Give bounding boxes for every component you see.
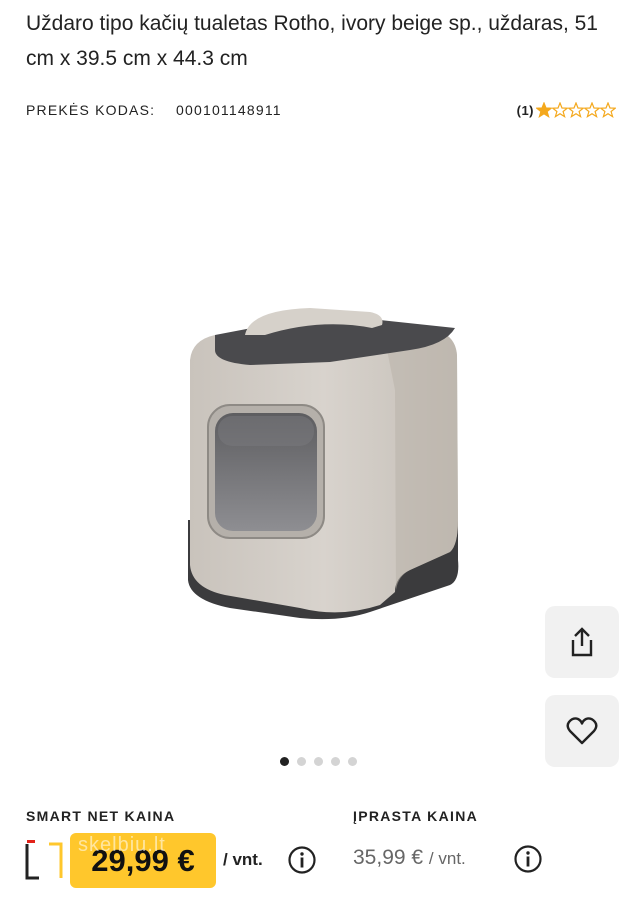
gallery-dot[interactable] [314,757,323,766]
share-button[interactable] [545,606,619,678]
product-image[interactable] [0,140,628,750]
smart-price-label: SMART NET KAINA [26,808,176,824]
regular-price-value: 35,99 € [353,846,424,869]
gallery-dot[interactable] [280,757,289,766]
heart-icon [566,717,598,745]
rating-stars [536,102,616,118]
share-icon [571,627,593,657]
regular-price-info-icon[interactable] [513,844,543,874]
watermark-text: skelbiu.lt [78,834,166,856]
gallery-dot[interactable] [331,757,340,766]
star-empty-icon [568,102,584,118]
star-filled-icon [536,102,552,118]
regular-price-unit: / vnt. [428,849,466,868]
smart-net-logo [25,840,63,880]
star-empty-icon [552,102,568,118]
star-empty-icon [584,102,600,118]
product-code-row: PREKĖS KODAS: 000101148911 (1) [26,102,616,122]
smart-price-unit: / vnt. [223,850,263,869]
regular-price-label: ĮPRASTA KAINA [353,808,479,824]
gallery-pagination [280,757,357,766]
product-code-label: PREKĖS KODAS: [26,102,156,118]
star-empty-icon [600,102,616,118]
product-code-value: 000101148911 [176,102,282,118]
favorite-button[interactable] [545,695,619,767]
product-title: Uždaro tipo kačių tualetas Rotho, ivory … [26,12,598,70]
regular-price: 35,99 € / vnt. [353,846,466,870]
rating-count[interactable]: (1) [517,103,534,118]
info-icon[interactable] [287,845,317,875]
rating[interactable]: (1) [517,102,616,118]
gallery-dot[interactable] [297,757,306,766]
gallery-dot[interactable] [348,757,357,766]
